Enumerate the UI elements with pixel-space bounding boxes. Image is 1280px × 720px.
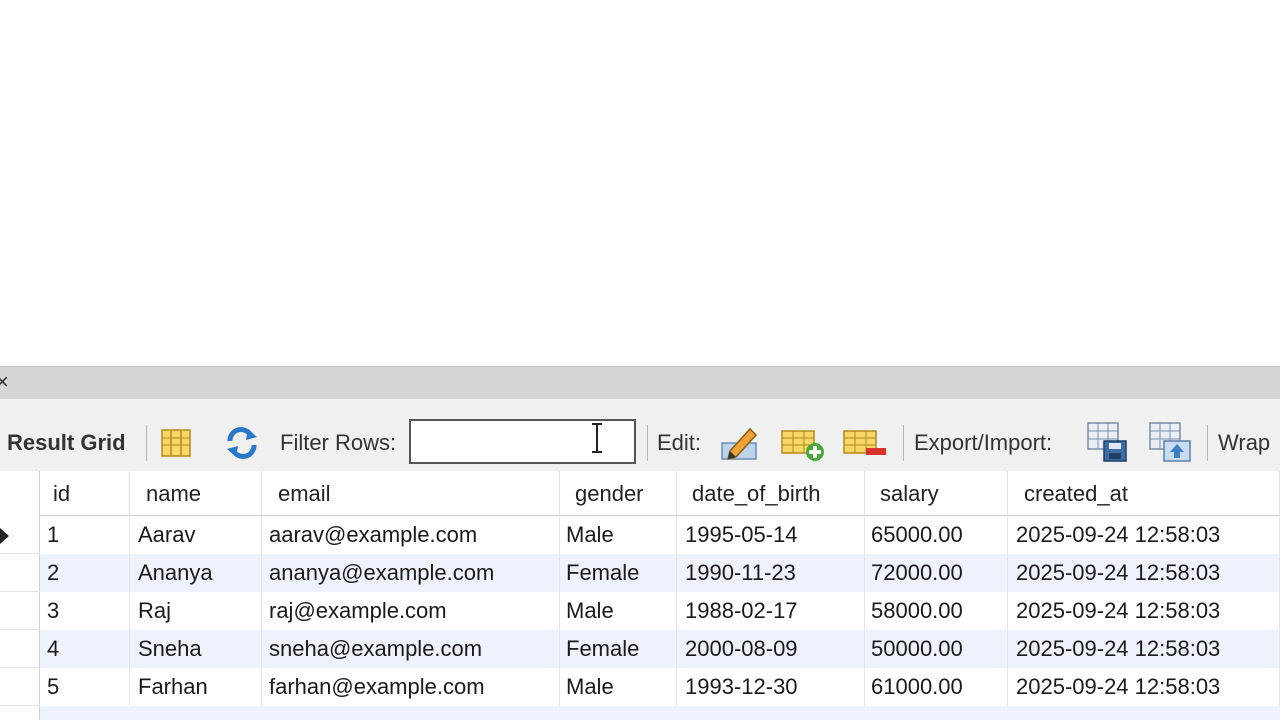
cell-salary[interactable]: 50000.00 [865,630,1008,668]
filter-rows-label: Filter Rows: [280,430,397,455]
cell-salary[interactable]: 65000.00 [865,516,1008,554]
column-toggle-icon[interactable] [160,427,192,459]
table-row[interactable]: 2 Ananya ananya@example.com Female 1990-… [40,554,1280,592]
table-row[interactable]: 1 Aarav aarav@example.com Male 1995-05-1… [40,516,1280,554]
cell-created-at[interactable]: 2025-09-24 12:58:03 [1008,592,1280,630]
cell-salary[interactable]: 72000.00 [865,554,1008,592]
column-header-date-of-birth[interactable]: date_of_birth [677,471,865,516]
cell-email[interactable]: raj@example.com [262,592,560,630]
cell-created-at[interactable]: 2025-09-24 12:58:03 [1008,554,1280,592]
column-header-id[interactable]: id [40,471,130,516]
add-row-icon[interactable] [780,425,826,463]
cell-gender[interactable]: Male [560,592,677,630]
cell-email[interactable]: aarav@example.com [262,516,560,554]
filter-rows-input[interactable] [409,419,636,464]
row-header[interactable] [0,516,40,554]
result-toolbar: Result Grid Filter Rows: Edit: Export/Im… [0,399,1280,471]
column-header-row: id name email gender date_of_birth salar… [40,471,1280,516]
result-grid-tab[interactable]: Result Grid [7,425,126,461]
row-header-column [0,471,40,720]
cell-gender[interactable]: Female [560,554,677,592]
row-header[interactable] [0,592,40,630]
cell-salary[interactable]: 58000.00 [865,592,1008,630]
import-icon[interactable] [1148,421,1192,463]
cell-name[interactable]: Farhan [130,668,262,706]
toolbar-divider [903,425,904,461]
column-header-email[interactable]: email [262,471,560,516]
cell-name[interactable]: Sneha [130,630,262,668]
edit-pencil-icon[interactable] [718,423,762,463]
cell-created-at[interactable]: 2025-09-24 12:58:03 [1008,668,1280,706]
table-row[interactable]: 4 Sneha sneha@example.com Female 2000-08… [40,630,1280,668]
cell-name[interactable]: Raj [130,592,262,630]
cell-email[interactable]: sneha@example.com [262,630,560,668]
cell-date-of-birth[interactable]: 1995-05-14 [677,516,865,554]
delete-row-icon[interactable] [842,425,888,463]
cell-id[interactable]: 1 [40,516,130,554]
refresh-icon[interactable] [224,427,260,459]
text-cursor [592,423,602,453]
row-header[interactable] [0,668,40,706]
wrap-cell-content-label[interactable]: Wrap [1218,425,1270,461]
cell-id[interactable]: 2 [40,554,130,592]
cell-name[interactable]: Aarav [130,516,262,554]
cell-id[interactable]: 5 [40,668,130,706]
cell-date-of-birth[interactable]: 1988-02-17 [677,592,865,630]
column-header-salary[interactable]: salary [865,471,1008,516]
cell-id[interactable]: 4 [40,630,130,668]
cell-date-of-birth[interactable]: 1990-11-23 [677,554,865,592]
cell-gender[interactable]: Male [560,516,677,554]
table-row[interactable]: 3 Raj raj@example.com Male 1988-02-17 58… [40,592,1280,630]
table-row[interactable]: 5 Farhan farhan@example.com Male 1993-12… [40,668,1280,706]
table-row-partial[interactable] [40,706,1280,720]
cell-gender[interactable]: Female [560,630,677,668]
column-header-gender[interactable]: gender [560,471,677,516]
column-header-name[interactable]: name [130,471,262,516]
toolbar-divider [647,425,648,461]
column-header-created-at[interactable]: created_at [1008,471,1280,516]
result-grid: id name email gender date_of_birth salar… [0,471,1280,720]
export-icon[interactable] [1086,421,1130,463]
cell-date-of-birth[interactable]: 1993-12-30 [677,668,865,706]
cell-created-at[interactable]: 2025-09-24 12:58:03 [1008,630,1280,668]
cell-date-of-birth[interactable]: 2000-08-09 [677,630,865,668]
cell-id[interactable]: 3 [40,592,130,630]
close-icon[interactable]: × [0,369,9,395]
export-import-label: Export/Import: [914,430,1053,455]
toolbar-divider [1207,425,1208,461]
sql-editor-area[interactable] [0,0,1280,366]
result-panel-tab-bar: × [0,366,1280,399]
row-header[interactable] [0,630,40,668]
current-row-arrow-icon [0,528,9,544]
cell-email[interactable]: ananya@example.com [262,554,560,592]
cell-gender[interactable]: Male [560,668,677,706]
cell-name[interactable]: Ananya [130,554,262,592]
cell-created-at[interactable]: 2025-09-24 12:58:03 [1008,516,1280,554]
cell-salary[interactable]: 61000.00 [865,668,1008,706]
edit-label: Edit: [657,430,702,455]
toolbar-divider [146,425,147,461]
cell-email[interactable]: farhan@example.com [262,668,560,706]
row-header[interactable] [0,554,40,592]
